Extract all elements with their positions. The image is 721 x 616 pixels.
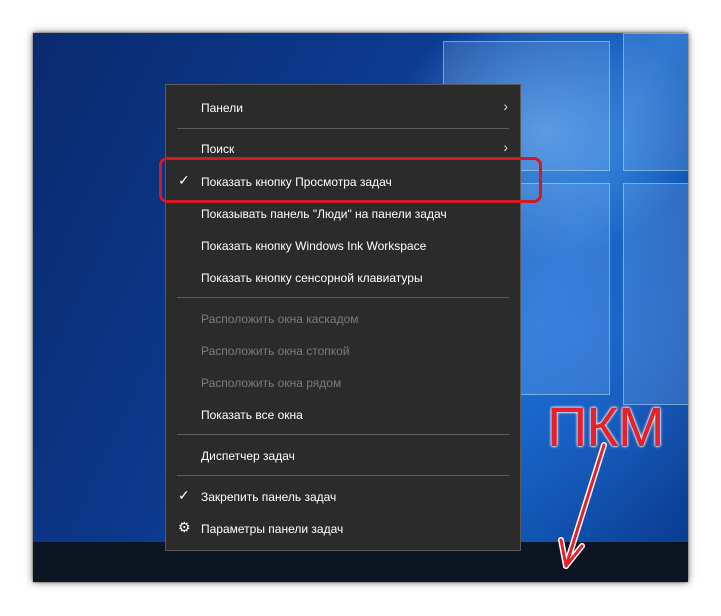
menu-item-label: Показать кнопку Windows Ink Workspace	[201, 239, 427, 253]
menu-item-ink-workspace[interactable]: Показать кнопку Windows Ink Workspace	[166, 231, 520, 261]
menu-item-label: Показать все окна	[201, 408, 303, 422]
annotation-label: ПКМ	[547, 395, 665, 458]
menu-item-label: Расположить окна стопкой	[201, 344, 350, 358]
menu-item-taskbar-settings[interactable]: ⚙ Параметры панели задач	[166, 514, 520, 544]
menu-item-show-desktop[interactable]: Показать все окна	[166, 400, 520, 430]
menu-item-lock-taskbar[interactable]: ✓ Закрепить панель задач	[166, 482, 520, 512]
menu-item-label: Поиск	[201, 142, 235, 156]
menu-item-label: Закрепить панель задач	[201, 490, 337, 504]
highlight-box	[159, 157, 542, 203]
menu-item-people-bar[interactable]: Показывать панель "Люди" на панели задач	[166, 199, 520, 229]
chevron-right-icon: ›	[503, 139, 508, 155]
menu-item-task-manager[interactable]: Диспетчер задач	[166, 441, 520, 471]
menu-item-touch-keyboard[interactable]: Показать кнопку сенсорной клавиатуры	[166, 263, 520, 293]
menu-item-label: Панели	[201, 101, 243, 115]
menu-separator	[177, 297, 509, 298]
menu-item-label: Расположить окна каскадом	[201, 312, 359, 326]
wallpaper-window-pane	[623, 183, 688, 405]
wallpaper-window-pane	[623, 33, 688, 171]
menu-item-label: Показывать панель "Люди" на панели задач	[201, 207, 447, 221]
menu-separator	[177, 475, 509, 476]
checkmark-icon: ✓	[178, 487, 190, 503]
menu-item-side-by-side-windows: Расположить окна рядом	[166, 368, 520, 398]
menu-item-cascade-windows: Расположить окна каскадом	[166, 304, 520, 334]
gear-icon: ⚙	[178, 519, 191, 535]
chevron-right-icon: ›	[503, 98, 508, 114]
menu-separator	[177, 434, 509, 435]
menu-separator	[177, 128, 509, 129]
taskbar-context-menu: Панели › Поиск › ✓ Показать кнопку Просм…	[165, 84, 521, 551]
menu-item-panels[interactable]: Панели ›	[166, 93, 520, 123]
menu-item-stack-windows: Расположить окна стопкой	[166, 336, 520, 366]
menu-item-label: Параметры панели задач	[201, 522, 344, 536]
menu-item-label: Диспетчер задач	[201, 449, 295, 463]
menu-item-label: Расположить окна рядом	[201, 376, 342, 390]
menu-item-label: Показать кнопку сенсорной клавиатуры	[201, 271, 423, 285]
